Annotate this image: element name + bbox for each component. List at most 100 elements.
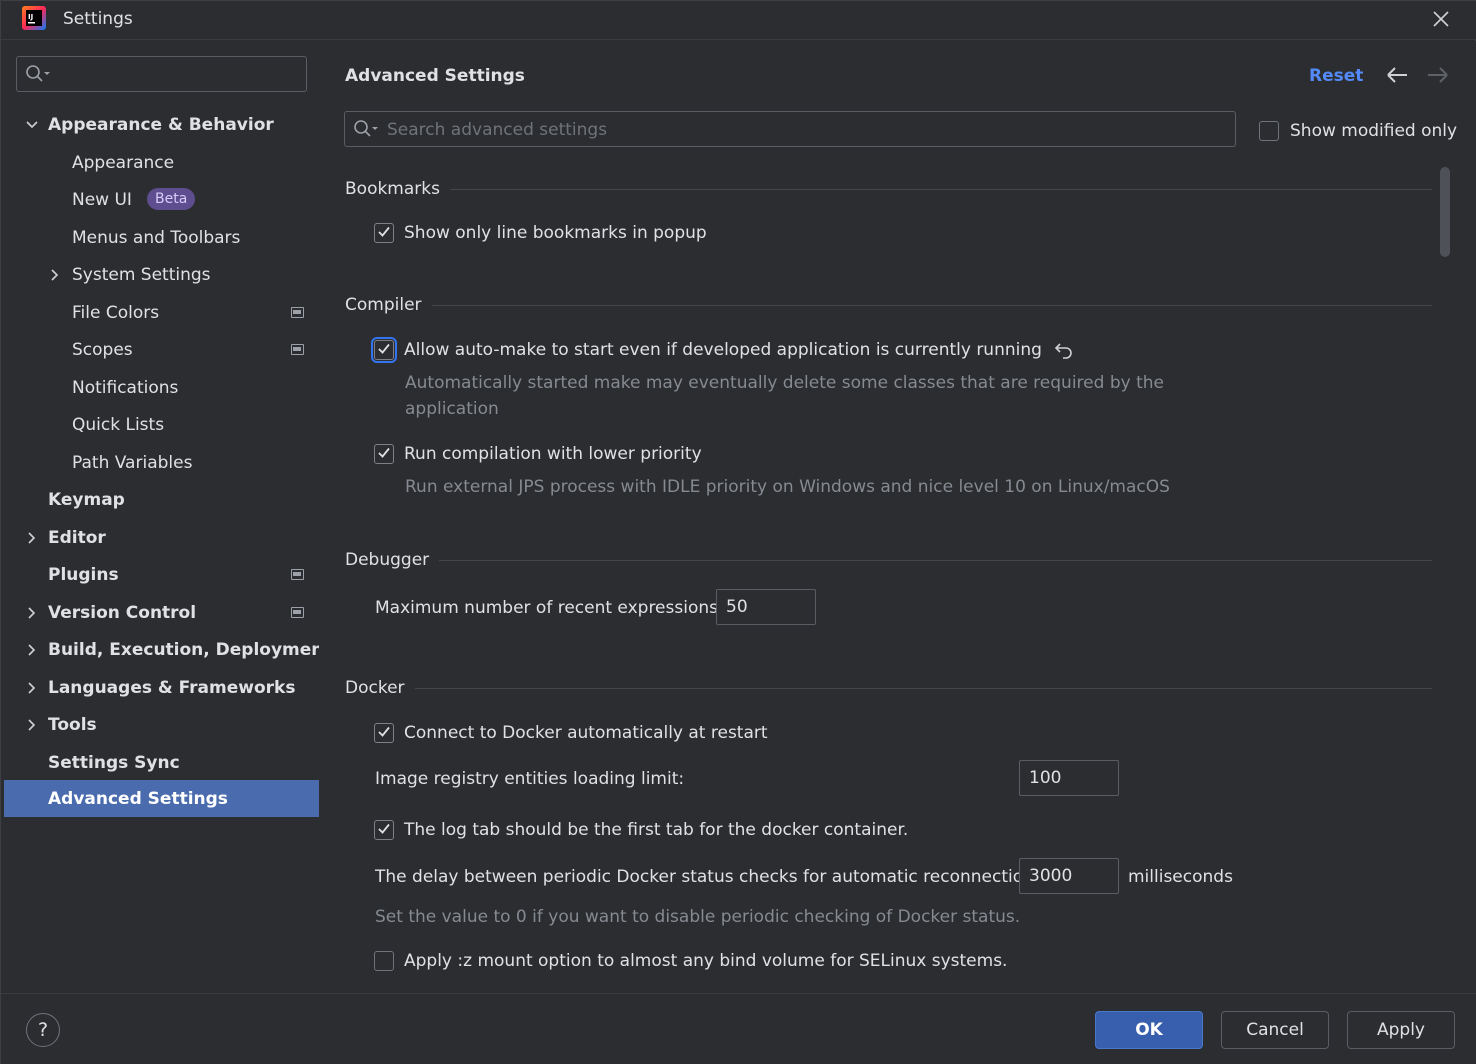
status-check-delay-hint: Set the value to 0 if you want to disabl… — [375, 907, 1021, 927]
advanced-search-input[interactable] — [387, 118, 1217, 142]
settings-dialog: IJ Settings Appearance & Behavior Appear… — [0, 0, 1476, 1064]
section-title: Compiler — [345, 295, 422, 315]
checkbox-label: Connect to Docker automatically at resta… — [404, 723, 768, 743]
tree-item-label: Plugins — [48, 564, 119, 585]
tree-item-label: Scopes — [72, 339, 133, 360]
tree-item-label: Keymap — [48, 489, 125, 510]
checkbox-box[interactable] — [374, 951, 394, 971]
intellij-logo-icon: IJ — [22, 6, 46, 30]
help-button[interactable]: ? — [26, 1013, 60, 1047]
cancel-button[interactable]: Cancel — [1221, 1011, 1329, 1049]
tree-item-menus-toolbars[interactable]: Menus and Toolbars — [4, 219, 319, 256]
tree-item-label: Path Variables — [72, 452, 193, 473]
tree-item-file-colors[interactable]: File Colors — [4, 294, 319, 331]
chevron-right-icon[interactable] — [25, 681, 39, 695]
advanced-search-field[interactable] — [344, 111, 1236, 147]
tree-item-path-variables[interactable]: Path Variables — [4, 444, 319, 481]
tree-item-system-settings[interactable]: System Settings — [4, 256, 319, 293]
tree-item-build-execution-deployment[interactable]: Build, Execution, Deployment — [4, 631, 332, 668]
tree-item-version-control[interactable]: Version Control — [4, 594, 319, 631]
tree-item-new-ui[interactable]: New UI Beta — [4, 181, 319, 218]
tree-item-label: Settings Sync — [48, 752, 180, 773]
section-debugger: Debugger — [345, 548, 1432, 572]
forward-arrow-icon[interactable] — [1425, 63, 1451, 87]
scrollbar-thumb[interactable] — [1440, 167, 1450, 257]
tree-item-label: Appearance — [72, 152, 175, 173]
tree-item-settings-sync[interactable]: Settings Sync — [4, 744, 319, 781]
page-title: Advanced Settings — [345, 66, 525, 86]
sidebar-search-input[interactable] — [16, 56, 307, 92]
lower-priority-hint: Run external JPS process with IDLE prior… — [405, 477, 1170, 497]
back-arrow-icon[interactable] — [1385, 63, 1411, 87]
section-divider — [414, 687, 1432, 689]
log-tab-first-checkbox[interactable]: The log tab should be the first tab for … — [374, 817, 908, 843]
checkbox-box[interactable] — [371, 337, 397, 363]
chevron-down-icon[interactable] — [25, 118, 39, 132]
selinux-mount-checkbox[interactable]: Apply :z mount option to almost any bind… — [374, 948, 1007, 974]
chevron-right-icon[interactable] — [25, 718, 39, 732]
auto-make-hint: Automatically started make may eventuall… — [405, 373, 1164, 393]
tree-item-editor[interactable]: Editor — [4, 519, 319, 556]
auto-make-checkbox[interactable]: Allow auto-make to start even if develop… — [371, 337, 1074, 363]
revert-icon[interactable] — [1054, 340, 1074, 360]
status-check-delay-label: The delay between periodic Docker status… — [375, 867, 1040, 887]
ok-button[interactable]: OK — [1095, 1011, 1203, 1049]
registry-limit-input[interactable] — [1019, 760, 1119, 796]
tree-item-label: Editor — [48, 527, 106, 548]
checkmark-icon — [378, 226, 390, 237]
checkbox-box[interactable] — [374, 223, 394, 243]
connect-docker-auto-checkbox[interactable]: Connect to Docker automatically at resta… — [374, 720, 768, 746]
checkbox-label: Run compilation with lower priority — [404, 444, 702, 464]
checkbox-label: Allow auto-make to start even if develop… — [404, 340, 1042, 360]
recent-expressions-input[interactable] — [716, 589, 816, 625]
settings-content: Advanced Settings Reset Show modified on… — [319, 41, 1476, 993]
tree-item-appearance[interactable]: Appearance — [4, 144, 319, 181]
apply-button[interactable]: Apply — [1347, 1011, 1455, 1049]
reset-link[interactable]: Reset — [1309, 66, 1363, 86]
tree-item-advanced-settings[interactable]: Advanced Settings — [4, 780, 319, 817]
checkbox-box[interactable] — [374, 723, 394, 743]
checkbox-box[interactable] — [374, 820, 394, 840]
chevron-right-icon[interactable] — [25, 531, 39, 545]
project-level-icon — [291, 344, 304, 355]
status-check-delay-input[interactable] — [1019, 858, 1119, 894]
project-level-icon — [291, 307, 304, 318]
chevron-right-icon[interactable] — [25, 606, 39, 620]
project-level-icon — [291, 569, 304, 580]
chevron-right-icon[interactable] — [25, 643, 39, 657]
section-divider — [449, 188, 1432, 190]
checkmark-icon — [378, 343, 390, 354]
tree-item-label: System Settings — [72, 264, 211, 285]
tree-item-label: Appearance & Behavior — [48, 114, 274, 135]
show-line-bookmarks-checkbox[interactable]: Show only line bookmarks in popup — [374, 220, 707, 246]
checkbox-box[interactable] — [1259, 121, 1279, 141]
registry-limit-label: Image registry entities loading limit: — [375, 769, 685, 789]
recent-expressions-row: Maximum number of recent expressions: — [375, 590, 724, 626]
status-check-delay-row: The delay between periodic Docker status… — [375, 859, 1040, 895]
search-icon — [354, 120, 378, 137]
section-title: Docker — [345, 678, 405, 698]
lower-priority-checkbox[interactable]: Run compilation with lower priority — [374, 441, 702, 467]
close-button[interactable] — [1427, 5, 1455, 33]
tree-item-label: File Colors — [72, 302, 160, 323]
tree-item-scopes[interactable]: Scopes — [4, 331, 319, 368]
recent-expressions-label: Maximum number of recent expressions: — [375, 598, 724, 618]
chevron-right-icon[interactable] — [48, 268, 62, 282]
tree-item-languages-frameworks[interactable]: Languages & Frameworks — [4, 669, 319, 706]
checkbox-box[interactable] — [374, 444, 394, 464]
tree-item-keymap[interactable]: Keymap — [4, 481, 319, 518]
tree-item-plugins[interactable]: Plugins — [4, 556, 319, 593]
settings-sidebar: Appearance & Behavior Appearance New UI … — [4, 41, 332, 993]
tree-item-quick-lists[interactable]: Quick Lists — [4, 406, 319, 443]
section-compiler: Compiler — [345, 293, 1432, 317]
show-modified-only-checkbox[interactable]: Show modified only — [1259, 119, 1457, 143]
project-level-icon — [291, 607, 304, 618]
tree-item-label: Menus and Toolbars — [72, 227, 241, 248]
tree-item-appearance-behavior[interactable]: Appearance & Behavior — [4, 106, 319, 143]
tree-item-tools[interactable]: Tools — [4, 706, 319, 743]
section-title: Debugger — [345, 550, 430, 570]
tree-item-label: Languages & Frameworks — [48, 677, 296, 698]
delay-units-label: milliseconds — [1128, 867, 1233, 887]
tree-item-label: Tools — [48, 714, 97, 735]
tree-item-notifications[interactable]: Notifications — [4, 369, 319, 406]
